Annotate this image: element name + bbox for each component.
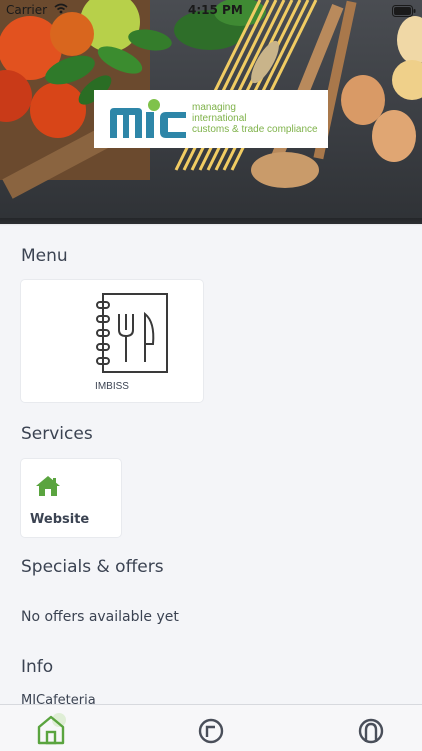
status-bar: Carrier 4:15 PM <box>0 0 422 22</box>
tab-home[interactable] <box>31 711 71 751</box>
mic-logo-mark <box>108 98 188 144</box>
header-shadow <box>0 218 422 226</box>
menu-card-label: IMBISS <box>95 381 129 392</box>
logo-tagline-line: international <box>192 113 247 124</box>
account-tab-icon <box>351 718 391 751</box>
info-text: MICafeteria <box>21 693 96 704</box>
logo-tagline: managing international customs & trade c… <box>192 102 324 135</box>
company-logo: managing international customs & trade c… <box>94 90 328 148</box>
tab-bar <box>0 704 422 751</box>
service-card-website[interactable]: Website <box>21 459 121 537</box>
home-icon <box>35 475 61 501</box>
logo-tagline-line: managing <box>192 102 236 113</box>
menu-book-icon <box>95 292 171 380</box>
history-tab-icon <box>191 718 231 751</box>
service-card-label: Website <box>30 512 90 527</box>
battery-icon <box>392 5 416 20</box>
tab-account[interactable] <box>351 711 391 751</box>
main-content[interactable]: Menu IMBISS Services Website Specials & … <box>0 226 422 704</box>
wifi-icon <box>54 3 68 17</box>
section-title-specials: Specials & offers <box>21 557 164 577</box>
logo-tagline-line: customs & trade compliance <box>192 124 318 135</box>
carrier-label: Carrier <box>6 3 48 17</box>
specials-empty-message: No offers available yet <box>21 609 179 625</box>
section-title-info: Info <box>21 657 54 677</box>
section-title-menu: Menu <box>21 246 68 266</box>
clock: 4:15 PM <box>188 3 243 17</box>
menu-card-imbiss[interactable]: IMBISS <box>21 280 203 402</box>
header-banner: Carrier 4:15 PM managing international c… <box>0 0 422 224</box>
tab-history[interactable] <box>191 711 231 751</box>
home-tab-icon <box>31 713 71 751</box>
section-title-services: Services <box>21 424 93 444</box>
